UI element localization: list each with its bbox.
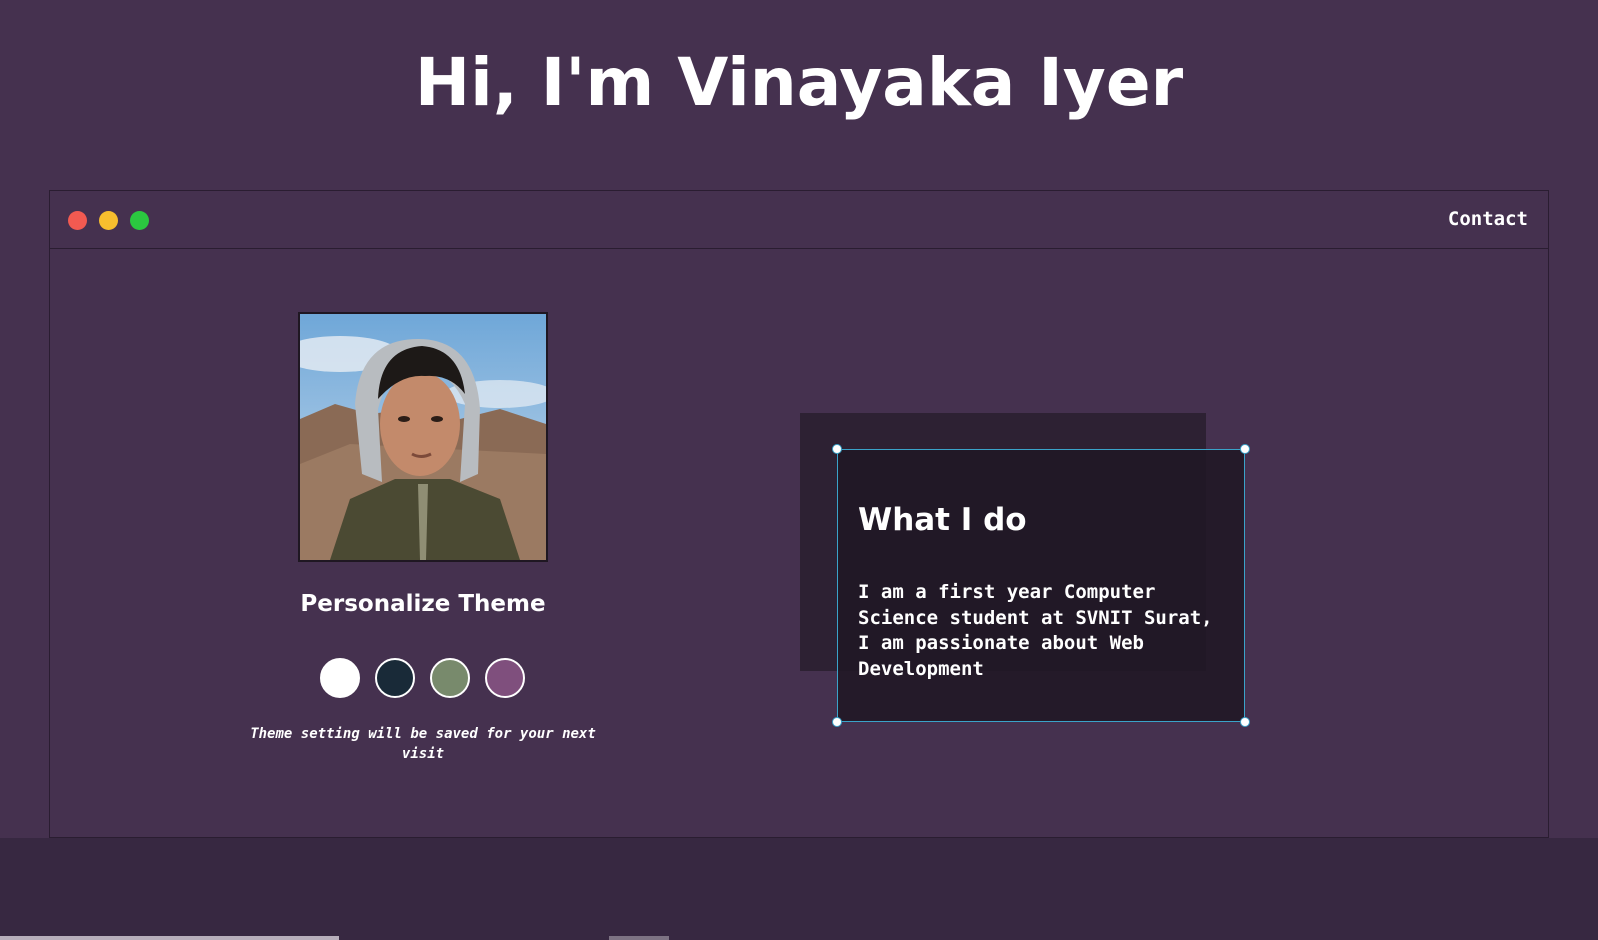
window-close-button[interactable]	[68, 211, 87, 230]
card-title: What I do	[858, 502, 1027, 538]
resize-handle-top-left[interactable]	[832, 444, 842, 454]
resize-handle-top-right[interactable]	[1240, 444, 1250, 454]
contact-link[interactable]: Contact	[1448, 208, 1528, 230]
theme-swatch-group	[320, 658, 530, 702]
profile-photo	[298, 312, 548, 562]
profile-photo-image	[300, 314, 546, 560]
card-body: I am a first year Computer Science stude…	[858, 581, 1213, 680]
what-i-do-card[interactable]: What I do I am a first year Computer Sci…	[832, 444, 1250, 727]
page-footer-band	[0, 838, 1598, 940]
resize-handle-bottom-right[interactable]	[1240, 717, 1250, 727]
window-maximize-button[interactable]	[130, 211, 149, 230]
resize-handle-bottom-left[interactable]	[832, 717, 842, 727]
window-title-bar: Contact	[50, 191, 1548, 249]
theme-swatch-light[interactable]	[320, 658, 360, 698]
page-title: Hi, I'm Vinayaka Iyer	[414, 44, 1184, 121]
theme-swatch-purple[interactable]	[485, 658, 525, 698]
theme-swatch-green[interactable]	[430, 658, 470, 698]
theme-save-note: Theme setting will be saved for your nex…	[250, 726, 596, 762]
window-minimize-button[interactable]	[99, 211, 118, 230]
scroll-marker	[609, 936, 669, 940]
browser-window: Contact Personalize Theme Theme setting …	[49, 190, 1549, 838]
theme-swatch-dark-blue[interactable]	[375, 658, 415, 698]
horizontal-scrollbar-thumb[interactable]	[0, 936, 339, 940]
personalize-theme-heading: Personalize Theme	[300, 591, 546, 617]
